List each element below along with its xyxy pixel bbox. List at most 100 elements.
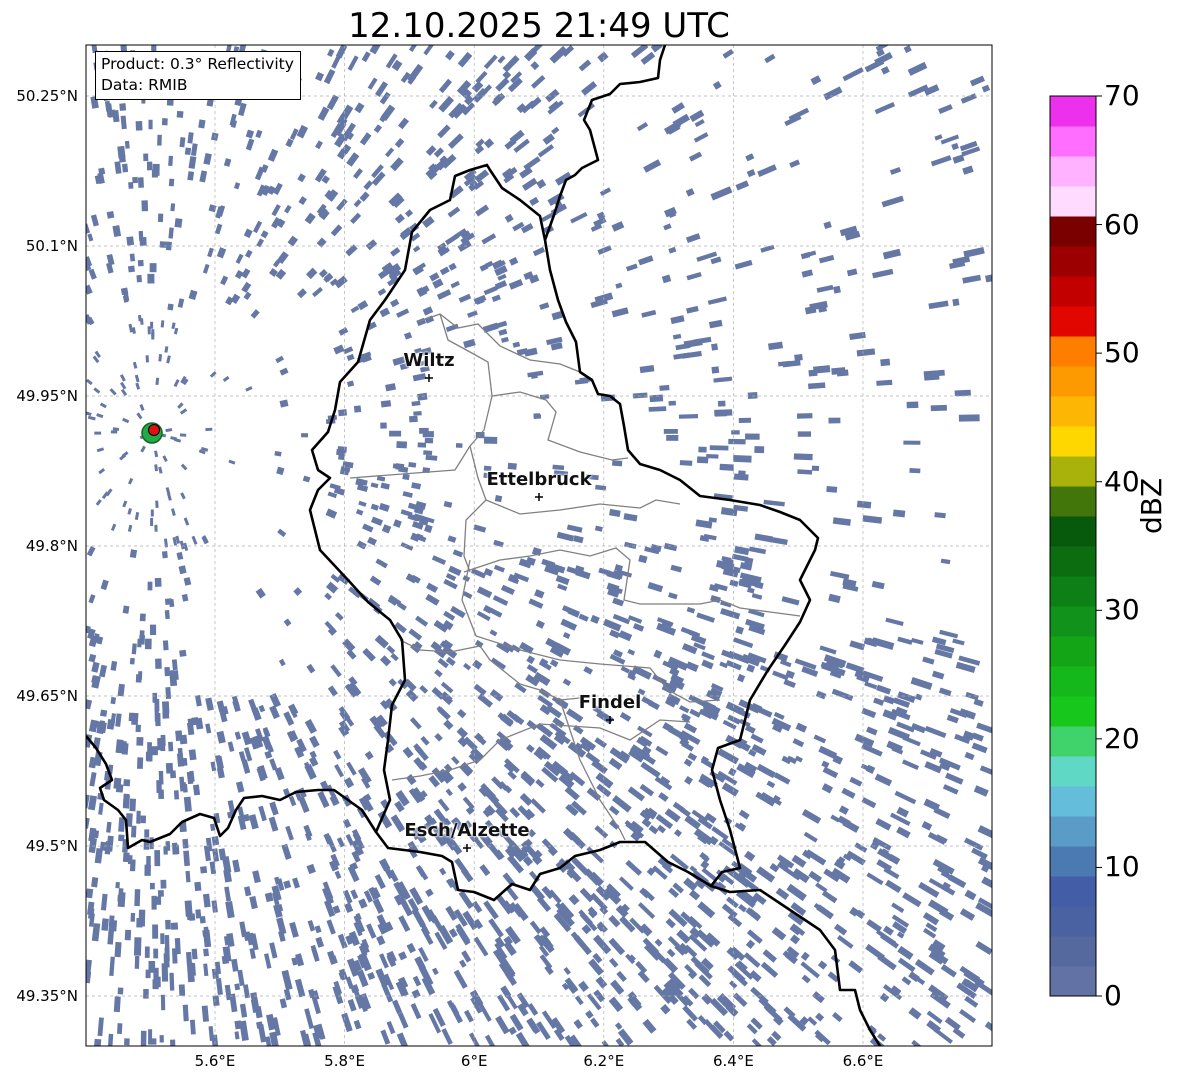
echo-cell: [183, 796, 192, 812]
echo-cell: [150, 882, 155, 890]
echo-cell: [152, 692, 158, 703]
echo-cell: [649, 394, 664, 403]
echo-cell: [167, 303, 174, 311]
echo-cell: [140, 815, 146, 824]
echo-cell: [173, 790, 180, 800]
echo-cell: [129, 549, 138, 559]
echo-cell: [954, 389, 971, 396]
echo-cell: [159, 1035, 164, 1043]
echo-cell: [124, 929, 132, 941]
colorbar-swatch: [1050, 606, 1096, 637]
colorbar-tick-label: 50: [1104, 336, 1140, 370]
colorbar-swatch: [1050, 696, 1096, 727]
colorbar-swatch: [1050, 576, 1096, 607]
echo-cell: [903, 440, 921, 445]
echo-cell: [353, 405, 362, 413]
colorbar-swatch: [1050, 396, 1096, 427]
echo-cell: [174, 937, 181, 955]
echo-cell: [131, 712, 139, 725]
echo-cell: [160, 744, 166, 752]
echo-cell: [161, 118, 168, 126]
lon-tick-label: 6.2°E: [583, 1052, 625, 1070]
echo-cell: [160, 933, 165, 945]
colorbar-tick-label: 10: [1104, 850, 1140, 884]
city-label: Findel: [578, 692, 642, 713]
echo-cell: [892, 509, 906, 518]
echo-cell: [137, 259, 144, 267]
echo-cell: [663, 428, 678, 434]
echo-cell: [147, 742, 152, 754]
echo-cell: [164, 666, 171, 677]
colorbar-swatch: [1050, 456, 1096, 487]
echo-cell: [205, 427, 213, 432]
echo-cell: [191, 948, 198, 960]
echo-cell: [86, 888, 94, 899]
echo-cell: [417, 442, 427, 448]
echo-cell: [422, 431, 434, 438]
echo-cell: [185, 951, 193, 965]
lat-tick-label: 49.65°N: [16, 687, 78, 705]
echo-cell: [174, 218, 183, 228]
echo-cell: [106, 718, 115, 730]
echo-cell: [338, 409, 348, 417]
echo-cell: [148, 119, 153, 130]
echo-cell: [136, 810, 141, 824]
data-source-label: Data: RMIB: [101, 76, 188, 94]
echo-cell: [175, 730, 183, 742]
echo-cell: [668, 400, 677, 406]
echo-cell: [164, 610, 170, 620]
echo-cell: [793, 453, 813, 461]
colorbar-swatch: [1050, 186, 1096, 217]
echo-cell: [118, 834, 125, 842]
echo-cell: [139, 613, 146, 622]
lon-tick-label: 6°E: [460, 1052, 488, 1070]
echo-cell: [168, 155, 174, 167]
echo-cell: [154, 850, 161, 867]
lat-tick-label: 49.5°N: [25, 837, 78, 855]
echo-cell: [169, 972, 175, 991]
echo-cell: [101, 918, 109, 931]
echo-cell: [176, 753, 184, 767]
echo-cell: [122, 793, 129, 807]
echo-cell: [301, 433, 309, 438]
echo-cell: [880, 358, 891, 367]
echo-cell: [124, 1038, 130, 1046]
echo-cell: [170, 922, 179, 930]
echo-cell: [745, 433, 760, 440]
colorbar-swatch: [1050, 366, 1096, 397]
echo-cell: [94, 431, 102, 435]
echo-cell: [151, 169, 158, 178]
echo-cell: [212, 995, 220, 1007]
echo-cell: [182, 783, 188, 793]
echo-cell: [158, 789, 165, 799]
colorbar-swatch: [1050, 876, 1096, 907]
echo-cell: [93, 1038, 102, 1046]
echo-cell: [738, 470, 746, 477]
colorbar: [1049, 95, 1102, 997]
product-info-box: Product: 0.3° Reflectivity Data: RMIB: [95, 51, 301, 100]
echo-cell: [117, 1023, 123, 1035]
echo-cell: [138, 634, 146, 645]
echo-cell: [162, 712, 170, 719]
echo-cell: [154, 708, 159, 722]
colorbar-swatch: [1050, 96, 1096, 127]
echo-cell: [719, 463, 734, 471]
echo-cell: [176, 110, 184, 118]
echo-cell: [876, 379, 893, 386]
echo-cell: [147, 273, 155, 284]
echo-cell: [151, 1038, 157, 1045]
city-label: Ettelbruck: [486, 469, 592, 490]
colorbar-tick-label: 60: [1104, 207, 1140, 241]
echo-cell: [796, 413, 813, 419]
echo-cell: [161, 551, 168, 559]
echo-cell: [711, 366, 720, 374]
colorbar-swatch: [1050, 156, 1096, 187]
echo-cell: [114, 941, 122, 958]
radar-site-marker: [141, 422, 163, 444]
colorbar-swatch: [1050, 846, 1096, 877]
colorbar-swatch: [1050, 936, 1096, 967]
echo-cell: [153, 948, 159, 959]
echo-cell: [170, 203, 176, 212]
echo-cell: [133, 937, 142, 956]
echo-cell: [129, 657, 135, 665]
